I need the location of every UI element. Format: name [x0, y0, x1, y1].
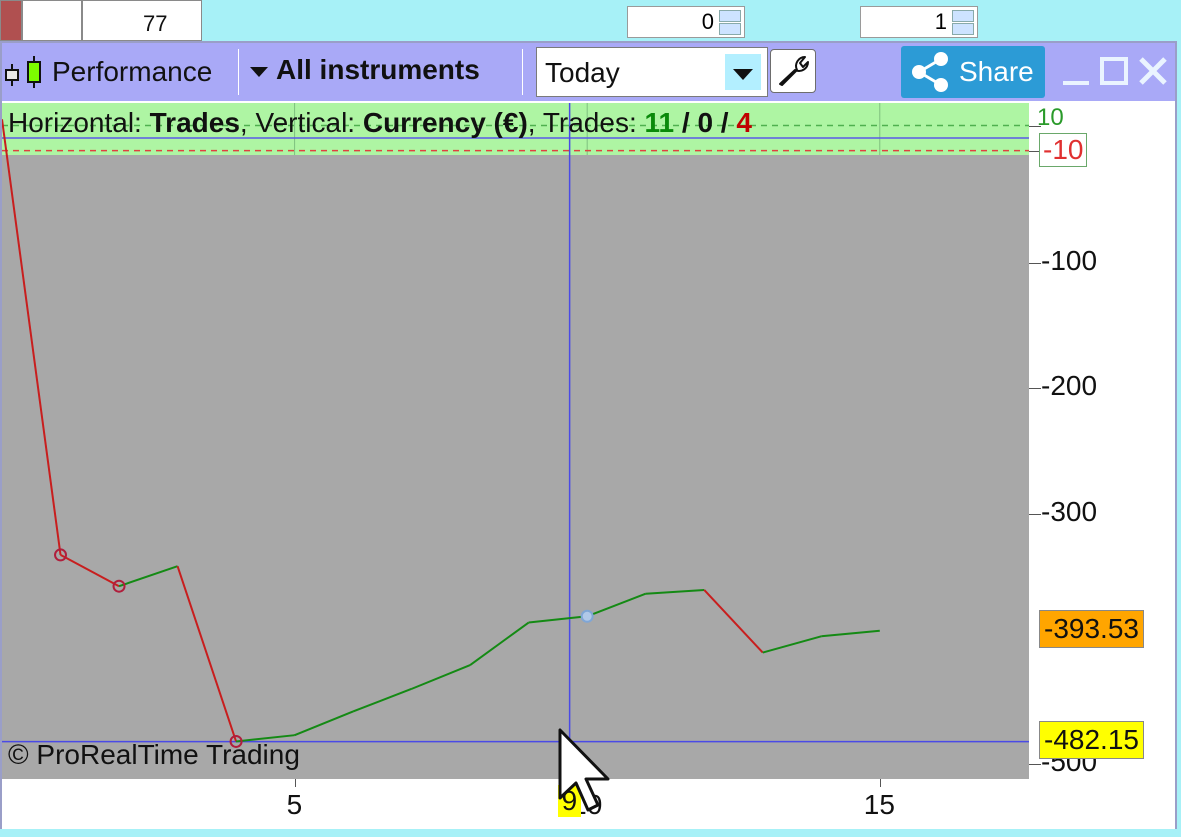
chart-info-bar: Horizontal: Trades, Vertical: Currency (…: [8, 107, 752, 139]
x-tick-label: 5: [286, 789, 303, 820]
y-tick: [1029, 263, 1041, 265]
trades-label: , Trades:: [527, 107, 645, 138]
performance-chart: [2, 103, 1029, 779]
equity-segment: [586, 592, 647, 618]
settings-button[interactable]: [770, 49, 816, 93]
y-tick: [1029, 513, 1041, 515]
cursor-value-flag: -482.15: [1039, 720, 1144, 759]
toolbar-divider: [238, 49, 239, 95]
equity-segment: [118, 565, 178, 588]
horizontal-label: Horizontal:: [8, 107, 150, 138]
y-tick: [1029, 388, 1041, 390]
bg-spinner-1-value: 0: [701, 9, 714, 34]
share-button[interactable]: Share: [901, 46, 1045, 98]
x-tick: [294, 779, 296, 787]
bg-spinner-1[interactable]: 0: [627, 6, 745, 38]
vertical-label: , Vertical:: [239, 107, 363, 138]
spin-up-icon[interactable]: [952, 10, 974, 22]
equity-segment: [352, 687, 412, 713]
trades-win-count: 11: [644, 107, 675, 138]
copyright-text: © ProRealTime Trading: [8, 739, 300, 770]
equity-segment: [294, 710, 354, 737]
spin-up-icon[interactable]: [719, 10, 741, 22]
window-title: Performance: [52, 56, 213, 87]
wrench-icon: [779, 56, 809, 86]
mouse-cursor-icon: [558, 728, 610, 812]
chart-plot-area[interactable]: Horizontal: Trades, Vertical: Currency (…: [2, 103, 1029, 779]
candlestick-icon: [5, 56, 41, 88]
current-value-flag: -393.53: [1039, 609, 1144, 648]
y-tick-label: -300: [1041, 495, 1098, 527]
performance-window: Performance All instruments Today Share: [0, 41, 1177, 829]
equity-segment: [2, 119, 62, 556]
close-icon[interactable]: [1136, 53, 1170, 89]
horizontal-value: Trades: [149, 107, 240, 138]
bg-cell-empty: [22, 0, 82, 41]
equity-segment: [528, 615, 588, 624]
trades-even-count: 0: [697, 107, 714, 138]
window-titlebar[interactable]: Performance All instruments Today Share: [2, 43, 1175, 101]
period-value: Today: [545, 57, 620, 88]
spin-down-icon[interactable]: [719, 23, 741, 35]
equity-segment: [176, 565, 238, 742]
y-tick-label: -200: [1041, 370, 1098, 402]
maximize-icon[interactable]: [1098, 53, 1132, 89]
equity-segment: [411, 664, 471, 690]
bg-spinner-2[interactable]: 1: [860, 6, 978, 38]
x-axis[interactable]: 510159: [2, 779, 1029, 829]
trade-point: [580, 609, 594, 623]
y-tick: [1029, 763, 1041, 765]
trades-loss-count: 4: [736, 107, 752, 138]
trades-sep-2: /: [713, 107, 737, 138]
equity-segment: [821, 629, 880, 638]
trades-sep-1: /: [674, 107, 698, 138]
trade-point: [112, 579, 126, 593]
instrument-selector[interactable]: All instruments: [250, 54, 480, 90]
y-tick-label: 10: [1037, 103, 1064, 131]
caret-down-icon: [250, 66, 268, 77]
y-tick-label: -100: [1041, 245, 1098, 277]
equity-segment: [703, 589, 764, 654]
vertical-value: Currency (€): [362, 107, 528, 138]
equity-segment: [60, 554, 120, 588]
share-icon: [912, 52, 948, 92]
x-tick: [879, 779, 881, 787]
y-tick-label: -10: [1039, 132, 1088, 167]
chevron-down-icon[interactable]: [725, 54, 761, 90]
instrument-label: All instruments: [276, 54, 480, 85]
minimize-icon[interactable]: [1060, 53, 1094, 89]
spin-down-icon[interactable]: [952, 23, 974, 35]
bg-spinner-2-value: 1: [934, 9, 947, 34]
equity-segment: [469, 621, 530, 666]
share-label: Share: [959, 56, 1034, 87]
period-dropdown[interactable]: Today: [536, 47, 768, 97]
equity-segment: [645, 588, 705, 595]
y-axis[interactable]: 10 -10 -100 -200 -300 -500 -393.53 -482.15: [1029, 103, 1175, 829]
x-tick-label: 15: [863, 789, 895, 820]
equity-segment: [762, 635, 822, 654]
bg-row-marker: [0, 0, 22, 41]
bg-cell-value: 77: [82, 0, 202, 41]
toolbar-divider: [522, 49, 523, 95]
